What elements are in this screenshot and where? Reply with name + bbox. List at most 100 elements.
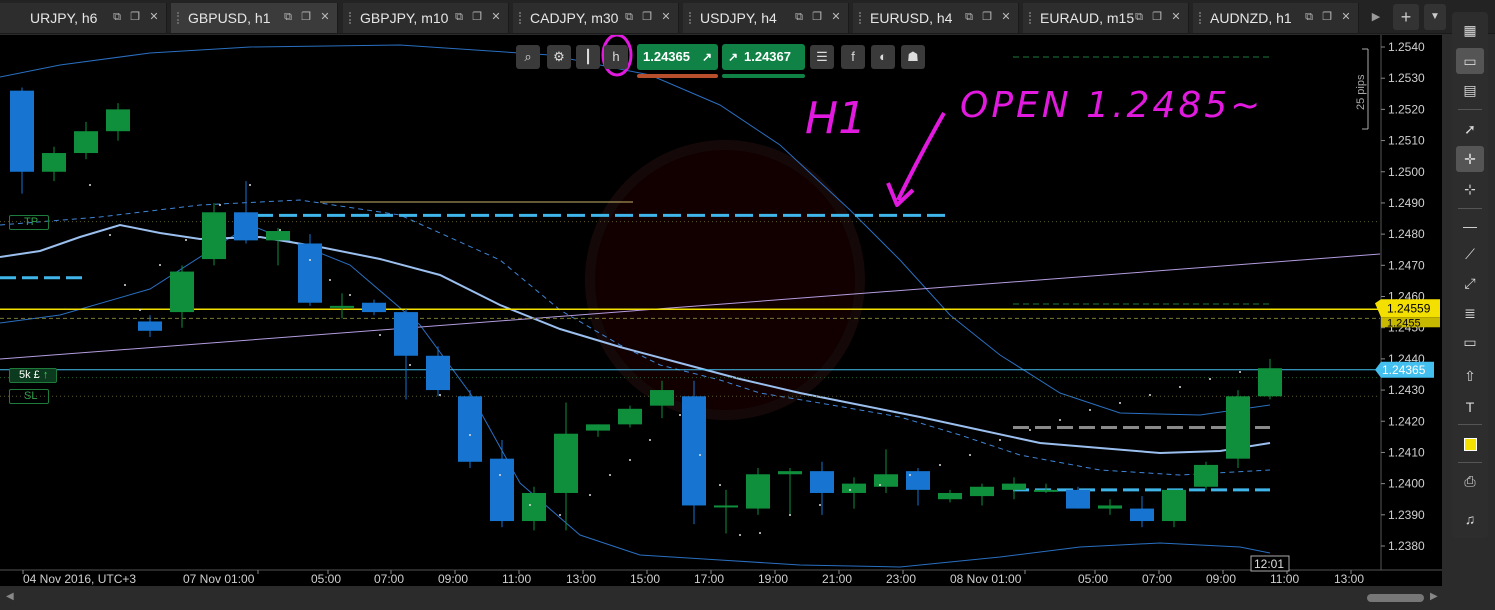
tab-detach-icon[interactable]: ⧉ — [111, 11, 123, 23]
tab-close-icon[interactable]: ✕ — [1000, 11, 1012, 23]
timeframe-button[interactable]: h — [604, 45, 628, 69]
tab-usdjpy-h4[interactable]: USDJPY, h4 ⧉ ❐ ✕ — [683, 3, 849, 33]
tab-audnzd-h1[interactable]: AUDNZD, h1 ⧉ ❐ ✕ — [1193, 3, 1359, 33]
positions-list-icon[interactable]: ☰ — [810, 45, 834, 69]
tab-close-icon[interactable]: ✕ — [1170, 11, 1182, 23]
toolbar-divider — [1458, 109, 1482, 110]
yellow-price-label-behind: 1.2455 — [1387, 317, 1421, 329]
time-tick-label: 07:00 — [374, 572, 404, 586]
text-tool-icon[interactable]: T — [1456, 394, 1484, 420]
bull-candle — [266, 231, 290, 241]
tab-eurusd-h4[interactable]: EURUSD, h4 ⧉ ❐ ✕ — [853, 3, 1019, 33]
tab-cadjpy-m30[interactable]: CADJPY, m30 ⧉ ❐ ✕ — [513, 3, 679, 33]
measure-icon[interactable]: ⊹ — [1456, 176, 1484, 202]
sar-dot — [589, 494, 591, 496]
tab-duplicate-icon[interactable]: ❐ — [981, 11, 993, 23]
horizontal-line-icon[interactable]: — — [1456, 213, 1484, 239]
tp-label[interactable]: TP — [9, 215, 49, 230]
tab-grip-icon[interactable] — [859, 12, 861, 24]
layout-single-icon[interactable]: ▭ — [1456, 48, 1484, 74]
tab-detach-icon[interactable]: ⧉ — [453, 11, 465, 23]
sell-price-button[interactable]: 1.24365 ↗ — [637, 44, 718, 70]
tab-duplicate-icon[interactable]: ❐ — [641, 11, 653, 23]
layout-split-icon[interactable]: ▤ — [1456, 77, 1484, 103]
tab-duplicate-icon[interactable]: ❐ — [300, 11, 312, 23]
color-picker-icon[interactable] — [1456, 430, 1484, 456]
crosshair-icon[interactable]: ✛ — [1456, 146, 1484, 172]
tab-duplicate-icon[interactable]: ❐ — [471, 11, 483, 23]
scroll-right-icon[interactable]: ▶ — [1430, 591, 1438, 602]
buy-price-button[interactable]: ↗ 1.24367 — [722, 44, 805, 70]
tab-detach-icon[interactable]: ⧉ — [282, 11, 294, 23]
tab-grip-icon[interactable] — [689, 12, 691, 24]
fibonacci-icon[interactable]: ≣ — [1456, 300, 1484, 326]
zoom-icon[interactable]: ⌕ — [516, 45, 540, 69]
tab-close-icon[interactable]: ✕ — [660, 11, 672, 23]
bear-candle — [234, 212, 258, 241]
trendline-icon[interactable]: ⟋ — [1456, 241, 1484, 267]
scroll-left-icon[interactable]: ◀ — [6, 591, 14, 602]
tab-grip-icon[interactable] — [1199, 12, 1201, 24]
sar-dot — [719, 484, 721, 486]
sell-arrow-icon: ↗ — [701, 50, 712, 64]
add-tab-button[interactable]: + — [1393, 4, 1419, 30]
horizontal-scrollbar[interactable]: ◀ ▶ — [0, 586, 1442, 610]
tab-detach-icon[interactable]: ⧉ — [1133, 11, 1145, 23]
tab-close-icon[interactable]: ✕ — [830, 11, 842, 23]
tab-detach-icon[interactable]: ⧉ — [1303, 11, 1315, 23]
tab-close-icon[interactable]: ✕ — [319, 11, 331, 23]
tab-duplicate-icon[interactable]: ❐ — [1321, 11, 1333, 23]
sl-label[interactable]: SL — [9, 389, 49, 404]
arrow-up-shape-icon[interactable]: ⇧ — [1456, 363, 1484, 389]
tab-duplicate-icon[interactable]: ❐ — [811, 11, 823, 23]
bull-candle — [842, 483, 866, 493]
ray-icon[interactable]: ⤢ — [1456, 270, 1484, 296]
tab-close-icon[interactable]: ✕ — [1340, 11, 1352, 23]
chart-area[interactable]: 1.2540 1.2530 1.2520 1.2510 1.2500 1.2490 1.24… — [0, 35, 1442, 610]
tab-close-icon[interactable]: ✕ — [148, 11, 160, 23]
tab-euraud-m15[interactable]: EURAUD, m15 ⧉ ❐ ✕ — [1023, 3, 1189, 33]
chart-settings-icon[interactable]: ⚙ — [547, 45, 571, 69]
tab-grip-icon[interactable] — [349, 12, 351, 24]
sar-dot — [529, 504, 531, 506]
sell-bar — [637, 74, 718, 78]
tabs-scroll-right-icon[interactable]: ▶ — [1368, 0, 1384, 34]
tab-duplicate-icon[interactable]: ❐ — [129, 11, 141, 23]
tab-duplicate-icon[interactable]: ❐ — [1151, 11, 1163, 23]
share-icon[interactable]: ◐ — [871, 45, 895, 69]
alert-bell-icon[interactable]: ♫ — [1456, 506, 1484, 532]
tab-urjpy-h6[interactable]: URJPY, h6 ⧉ ❐ ✕ — [0, 3, 167, 33]
bull-candle — [586, 424, 610, 431]
position-label[interactable]: 5k £ ↑ — [9, 368, 57, 383]
scrollbar-thumb[interactable] — [1367, 594, 1424, 602]
trader-icon[interactable]: ☗ — [901, 45, 925, 69]
layout-grid-icon[interactable]: ▦ — [1456, 17, 1484, 43]
tab-detach-icon[interactable]: ⧉ — [963, 11, 975, 23]
pointer-icon[interactable]: ➚ — [1456, 116, 1484, 142]
tab-grip-icon[interactable] — [1029, 12, 1031, 24]
tab-detach-icon[interactable]: ⧉ — [623, 11, 635, 23]
tab-close-icon[interactable]: ✕ — [490, 11, 502, 23]
candle-type-icon[interactable]: ┃ — [576, 45, 600, 69]
tab-gbpjpy-m10[interactable]: GBPJPY, m10 ⧉ ❐ ✕ — [343, 3, 509, 33]
bull-candle — [874, 474, 898, 487]
tab-gbpusd-h1[interactable]: GBPUSD, h1 ⧉ ❐ ✕ — [171, 3, 338, 33]
time-tick-label: 09:00 — [1206, 572, 1236, 586]
tab-grip-icon[interactable] — [519, 12, 521, 24]
time-tick-label: 15:00 — [630, 572, 660, 586]
time-tick-label: 23:00 — [886, 572, 916, 586]
sar-dot — [185, 239, 187, 241]
rectangle-icon[interactable]: ▭ — [1456, 329, 1484, 355]
sar-dot — [969, 454, 971, 456]
tab-grip-icon[interactable] — [177, 12, 179, 24]
camera-icon[interactable]: ⎙ — [1456, 468, 1484, 494]
tab-menu-chevron-icon[interactable]: ▼ — [1424, 4, 1446, 30]
tab-detach-icon[interactable]: ⧉ — [793, 11, 805, 23]
price-tick-label: 1.2480 — [1388, 227, 1425, 241]
tab-label: AUDNZD, h1 — [1210, 10, 1292, 26]
price-tick-label: 1.2530 — [1388, 71, 1425, 85]
price-chart[interactable]: 1.2540 1.2530 1.2520 1.2510 1.2500 1.2490 1.24… — [0, 35, 1442, 610]
bull-candle — [970, 486, 994, 497]
buy-arrow-icon: ↗ — [728, 50, 739, 64]
facebook-icon[interactable]: f — [841, 45, 865, 69]
